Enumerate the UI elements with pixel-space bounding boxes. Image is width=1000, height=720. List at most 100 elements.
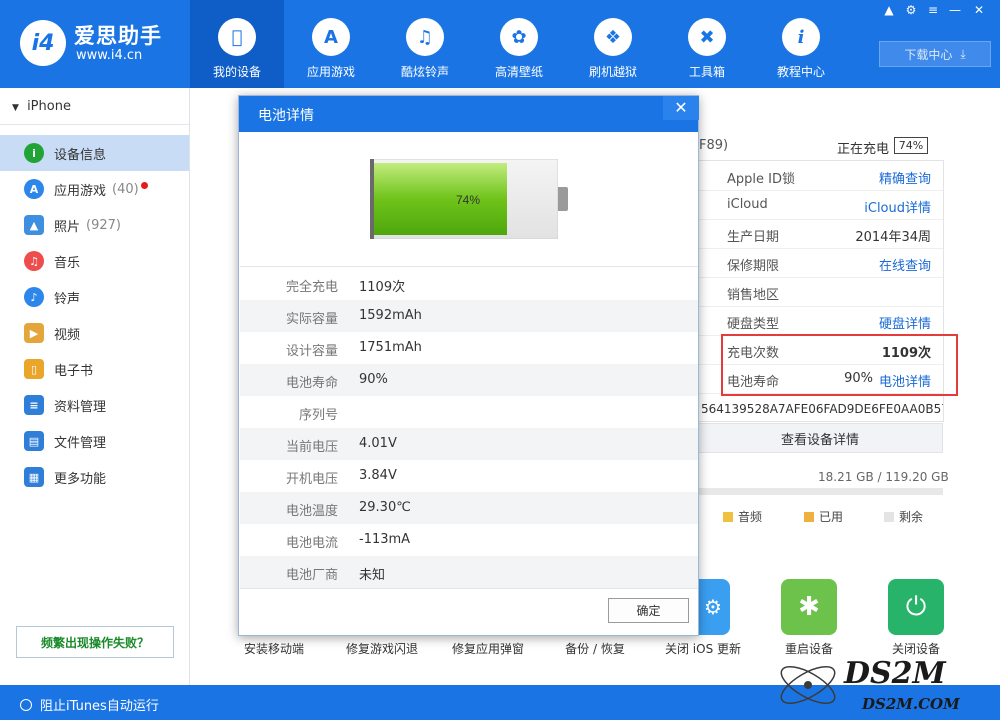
info-icon: i bbox=[24, 143, 44, 163]
sidebar-item-file-management[interactable]: ▤ 文件管理 bbox=[0, 423, 189, 459]
nav-wallpapers[interactable]: ✿ 高清壁纸 bbox=[472, 0, 566, 88]
nav-label: 高清壁纸 bbox=[494, 65, 543, 79]
tool-backup-restore[interactable]: 备份 / 恢复 bbox=[558, 640, 632, 657]
battery-row-value: 29.30℃ bbox=[359, 500, 411, 515]
dialog-title: 电池详情 bbox=[258, 108, 314, 124]
apple-icon:  bbox=[218, 18, 256, 56]
tool-close-ios-update[interactable]: 关闭 iOS 更新 bbox=[660, 640, 746, 657]
battery-row-value: 1751mAh bbox=[359, 340, 422, 355]
sidebar-item-more[interactable]: ▦ 更多功能 bbox=[0, 459, 189, 495]
battery-percent-label: 74% bbox=[456, 193, 480, 207]
sidebar-item-label: 文件管理 bbox=[54, 435, 107, 451]
nav-apps[interactable]: A 应用游戏 bbox=[284, 0, 378, 88]
nav-flash-jailbreak[interactable]: ❖ 刷机越狱 bbox=[566, 0, 660, 88]
sidebar-item-label: 资料管理 bbox=[54, 399, 107, 415]
music-icon: ♫ bbox=[24, 251, 44, 271]
block-itunes-toggle[interactable]: 阻止iTunes自动运行 bbox=[20, 695, 159, 714]
sidebar-item-data-management[interactable]: ≡ 资料管理 bbox=[0, 387, 189, 423]
device-selector[interactable]: ▼ iPhone bbox=[12, 99, 71, 114]
sidebar-item-label: 应用游戏 bbox=[54, 183, 107, 199]
disk-detail-link[interactable]: 硬盘详情 bbox=[879, 313, 931, 332]
power-icon[interactable]: ⏻ bbox=[888, 579, 944, 635]
nav-my-device[interactable]:  我的设备 bbox=[190, 0, 284, 88]
battery-row-value: 90% bbox=[359, 372, 388, 387]
battery-row-key: 序列号 bbox=[298, 408, 338, 423]
photo-icon: ▲ bbox=[24, 215, 44, 235]
battery-row-boot-voltage: 开机电压 3.84V bbox=[240, 460, 698, 492]
battery-row-value: 未知 bbox=[359, 568, 386, 583]
grid-icon: ▦ bbox=[24, 467, 44, 487]
app-store-icon: A bbox=[312, 18, 350, 56]
tool-install-mobile[interactable]: 安装移动端 bbox=[238, 640, 310, 657]
serial-number: 564139528A7AFE06FAD9DE6FE0AA0B57 bbox=[701, 402, 943, 416]
close-icon[interactable]: ✕ bbox=[970, 2, 988, 18]
close-ios-update-icon[interactable]: ⚙ bbox=[696, 579, 730, 635]
battery-row-current: 电池电流 -113mA bbox=[240, 524, 698, 556]
legend-swatch bbox=[804, 511, 814, 522]
info-row-production-date: 生产日期 2014年34周 bbox=[697, 220, 943, 249]
online-query-link[interactable]: 在线查询 bbox=[879, 255, 931, 274]
restart-icon[interactable]: ✱ bbox=[781, 579, 837, 635]
watermark-url: DS2M.COM bbox=[861, 695, 960, 713]
battery-row-value: 1109次 bbox=[359, 280, 406, 295]
sidebar-item-music[interactable]: ♫ 音乐 bbox=[0, 243, 189, 279]
dialog-close-button[interactable]: ✕ bbox=[663, 96, 699, 120]
legend-used: 已用 bbox=[804, 508, 843, 525]
close-icon: ✕ bbox=[674, 98, 688, 117]
sidebar-item-video[interactable]: ▶ 视频 bbox=[0, 315, 189, 351]
sidebar-item-ringtones[interactable]: ♪ 铃声 bbox=[0, 279, 189, 315]
sidebar-item-count: (40) bbox=[112, 181, 139, 197]
sidebar-item-count: (927) bbox=[86, 217, 121, 233]
sidebar-item-ebooks[interactable]: ▯ 电子书 bbox=[0, 351, 189, 387]
sidebar-divider bbox=[0, 124, 189, 125]
legend-free: 剩余 bbox=[884, 508, 923, 525]
view-device-detail-button[interactable]: 查看设备详情 bbox=[697, 423, 943, 453]
notification-dot bbox=[140, 181, 148, 189]
battery-row-key: 开机电压 bbox=[285, 472, 338, 487]
battery-row-key: 电池温度 bbox=[285, 504, 338, 519]
nav-ringtones[interactable]: ♫ 酷炫铃声 bbox=[378, 0, 472, 88]
confirm-button[interactable]: 确定 bbox=[608, 598, 689, 623]
skin-icon[interactable]: ▲ bbox=[880, 2, 898, 18]
info-row-warranty: 保修期限 在线查询 bbox=[697, 249, 943, 278]
menu-icon[interactable]: ≡ bbox=[924, 2, 942, 18]
file-icon: ▤ bbox=[24, 431, 44, 451]
battery-row-value: 3.84V bbox=[359, 468, 397, 483]
caret-down-icon: ▼ bbox=[12, 103, 19, 113]
sidebar-item-photos[interactable]: ▲ 照片 (927) bbox=[0, 207, 189, 243]
minimize-icon[interactable]: — bbox=[946, 2, 964, 18]
battery-row-key: 电池电流 bbox=[285, 536, 338, 551]
nav-tutorials[interactable]: i 教程中心 bbox=[754, 0, 848, 88]
battery-fill bbox=[374, 163, 507, 235]
legend-audio: 音频 bbox=[723, 508, 762, 525]
storage-usage-text: 18.21 GB / 119.20 GB bbox=[818, 470, 949, 484]
download-center-label: 下载中心 bbox=[904, 47, 953, 62]
info-key: 保修期限 bbox=[727, 259, 780, 274]
battery-row-design-capacity: 设计容量 1751mAh bbox=[240, 332, 698, 364]
frequent-failure-button[interactable]: 频繁出现操作失败？ bbox=[16, 626, 174, 658]
battery-row-value: 4.01V bbox=[359, 436, 397, 451]
sidebar-item-device-info[interactable]: i 设备信息 bbox=[0, 135, 189, 171]
legend-swatch bbox=[884, 511, 894, 522]
battery-row-key: 完全充电 bbox=[285, 280, 338, 295]
legend-label: 已用 bbox=[819, 510, 844, 524]
device-name: iPhone bbox=[27, 99, 71, 114]
download-center-button[interactable]: 下载中心 ⤓ bbox=[879, 41, 991, 67]
nav-toolbox[interactable]: ✖ 工具箱 bbox=[660, 0, 754, 88]
icloud-detail-link[interactable]: iCloud详情 bbox=[864, 197, 931, 216]
tool-fix-game-crash[interactable]: 修复游戏闪退 bbox=[340, 640, 424, 657]
battery-row-serial: 序列号 bbox=[240, 396, 698, 428]
watermark-logo-icon: DS2M DS2M.COM bbox=[780, 656, 960, 713]
battery-graphic: 74% bbox=[369, 158, 559, 240]
sidebar-item-apps[interactable]: A 应用游戏 (40) bbox=[0, 171, 189, 207]
book-icon: ▯ bbox=[24, 359, 44, 379]
battery-row-key: 电池寿命 bbox=[285, 376, 338, 391]
gear-icon[interactable]: ⚙ bbox=[902, 2, 920, 18]
legend-label: 音频 bbox=[738, 510, 763, 524]
document-icon: ≡ bbox=[24, 395, 44, 415]
precise-query-link[interactable]: 精确查询 bbox=[879, 168, 931, 187]
tool-fix-app-popup[interactable]: 修复应用弹窗 bbox=[446, 640, 530, 657]
sidebar-item-label: 更多功能 bbox=[54, 471, 107, 487]
info-key: 销售地区 bbox=[727, 288, 780, 303]
info-row-icloud: iCloud iCloud详情 bbox=[697, 191, 943, 220]
